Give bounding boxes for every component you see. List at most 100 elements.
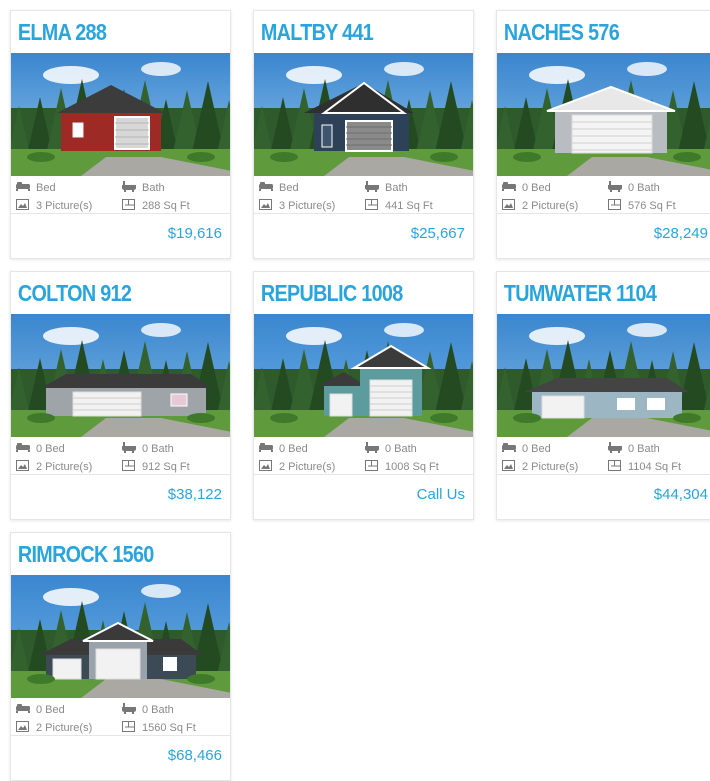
bathtub-icon — [608, 442, 622, 456]
listing-title[interactable]: COLTON 912 — [11, 272, 199, 314]
listing-card[interactable]: MALTBY 441 Bed Bath 3 Picture(s) 441 Sq … — [253, 10, 474, 259]
listing-photo[interactable] — [11, 314, 230, 437]
listing-card[interactable]: ELMA 288 Bed Bath 3 Picture(s) 288 Sq Ft… — [10, 10, 231, 259]
bath-count: 0 Bath — [385, 443, 417, 455]
pictures-spec: 2 Picture(s) — [259, 460, 335, 474]
bath-count: 0 Bath — [628, 443, 660, 455]
floorplan-icon — [122, 460, 136, 474]
bed-spec: 0 Bed — [502, 442, 551, 456]
bathtub-icon — [608, 181, 622, 195]
bath-count: Bath — [385, 182, 408, 194]
pictures-spec: 2 Picture(s) — [16, 721, 92, 735]
bathtub-icon — [122, 442, 136, 456]
bath-count: Bath — [142, 182, 165, 194]
picture-icon — [16, 721, 30, 735]
listing-price[interactable]: Call Us — [254, 475, 473, 515]
listing-title[interactable]: NACHES 576 — [497, 11, 685, 53]
listing-specs: 0 Bed 0 Bath 2 Picture(s) 1560 Sq Ft — [11, 698, 230, 736]
bed-icon — [502, 181, 516, 195]
sqft-value: 576 Sq Ft — [628, 200, 676, 212]
listing-specs: 0 Bed 0 Bath 2 Picture(s) 1104 Sq Ft — [497, 437, 710, 475]
picture-icon — [259, 460, 273, 474]
bed-count: 0 Bed — [279, 443, 308, 455]
sqft-spec: 576 Sq Ft — [608, 199, 676, 213]
floorplan-icon — [122, 199, 136, 213]
listing-photo[interactable] — [254, 314, 473, 437]
bath-spec: 0 Bath — [122, 703, 174, 717]
bed-spec: 0 Bed — [16, 442, 65, 456]
bath-spec: 0 Bath — [608, 181, 660, 195]
sqft-value: 1008 Sq Ft — [385, 461, 439, 473]
sqft-value: 288 Sq Ft — [142, 200, 190, 212]
listing-price[interactable]: $68,466 — [11, 736, 230, 776]
listing-title[interactable]: RIMROCK 1560 — [11, 533, 199, 575]
pictures-spec: 2 Picture(s) — [16, 460, 92, 474]
picture-count: 2 Picture(s) — [522, 200, 579, 212]
pictures-spec: 2 Picture(s) — [502, 199, 578, 213]
bath-count: 0 Bath — [142, 704, 174, 716]
bath-spec: Bath — [122, 181, 165, 195]
sqft-spec: 441 Sq Ft — [365, 199, 433, 213]
pictures-spec: 2 Picture(s) — [502, 460, 578, 474]
floorplan-icon — [365, 199, 379, 213]
sqft-value: 441 Sq Ft — [385, 200, 433, 212]
picture-count: 2 Picture(s) — [279, 461, 336, 473]
listing-photo[interactable] — [11, 53, 230, 176]
sqft-value: 1560 Sq Ft — [142, 722, 196, 734]
listing-title[interactable]: ELMA 288 — [11, 11, 199, 53]
bed-icon — [16, 703, 30, 717]
listing-price[interactable]: $28,249 — [497, 214, 710, 254]
picture-count: 2 Picture(s) — [522, 461, 579, 473]
picture-icon — [259, 199, 273, 213]
listing-title[interactable]: REPUBLIC 1008 — [254, 272, 442, 314]
bed-spec: Bed — [259, 181, 299, 195]
listing-price[interactable]: $25,667 — [254, 214, 473, 254]
listing-grid: ELMA 288 Bed Bath 3 Picture(s) 288 Sq Ft… — [0, 0, 710, 781]
listing-photo[interactable] — [11, 575, 230, 698]
picture-count: 3 Picture(s) — [36, 200, 93, 212]
bathtub-icon — [365, 442, 379, 456]
listing-photo[interactable] — [497, 314, 710, 437]
floorplan-icon — [365, 460, 379, 474]
floorplan-icon — [122, 721, 136, 735]
pictures-spec: 3 Picture(s) — [259, 199, 335, 213]
listing-card[interactable]: TUMWATER 1104 0 Bed 0 Bath 2 Picture(s) … — [496, 271, 710, 520]
listing-price[interactable]: $44,304 — [497, 475, 710, 515]
floorplan-icon — [608, 199, 622, 213]
bed-count: 0 Bed — [36, 443, 65, 455]
bed-spec: 0 Bed — [502, 181, 551, 195]
bed-spec: Bed — [16, 181, 56, 195]
listing-card[interactable]: REPUBLIC 1008 0 Bed 0 Bath 2 Picture(s) … — [253, 271, 474, 520]
listing-card[interactable]: COLTON 912 0 Bed 0 Bath 2 Picture(s) 912… — [10, 271, 231, 520]
bed-count: 0 Bed — [522, 443, 551, 455]
listing-specs: 0 Bed 0 Bath 2 Picture(s) 1008 Sq Ft — [254, 437, 473, 475]
listing-specs: 0 Bed 0 Bath 2 Picture(s) 576 Sq Ft — [497, 176, 710, 214]
listing-card[interactable]: NACHES 576 0 Bed 0 Bath 2 Picture(s) 576… — [496, 10, 710, 259]
listing-photo[interactable] — [497, 53, 710, 176]
bed-icon — [16, 442, 30, 456]
picture-icon — [16, 199, 30, 213]
bed-icon — [502, 442, 516, 456]
listing-price[interactable]: $38,122 — [11, 475, 230, 515]
bed-count: 0 Bed — [36, 704, 65, 716]
listing-title[interactable]: TUMWATER 1104 — [497, 272, 685, 314]
picture-count: 2 Picture(s) — [36, 461, 93, 473]
listing-specs: Bed Bath 3 Picture(s) 288 Sq Ft — [11, 176, 230, 214]
bathtub-icon — [122, 703, 136, 717]
bathtub-icon — [365, 181, 379, 195]
picture-icon — [502, 460, 516, 474]
sqft-spec: 1560 Sq Ft — [122, 721, 196, 735]
listing-title[interactable]: MALTBY 441 — [254, 11, 442, 53]
bed-icon — [259, 181, 273, 195]
listing-photo[interactable] — [254, 53, 473, 176]
listing-card[interactable]: RIMROCK 1560 0 Bed 0 Bath 2 Picture(s) 1… — [10, 532, 231, 781]
listing-price[interactable]: $19,616 — [11, 214, 230, 254]
listing-specs: Bed Bath 3 Picture(s) 441 Sq Ft — [254, 176, 473, 214]
bath-spec: 0 Bath — [365, 442, 417, 456]
bed-count: 0 Bed — [522, 182, 551, 194]
bed-count: Bed — [36, 182, 56, 194]
sqft-spec: 912 Sq Ft — [122, 460, 190, 474]
bath-count: 0 Bath — [142, 443, 174, 455]
picture-count: 3 Picture(s) — [279, 200, 336, 212]
listing-specs: 0 Bed 0 Bath 2 Picture(s) 912 Sq Ft — [11, 437, 230, 475]
